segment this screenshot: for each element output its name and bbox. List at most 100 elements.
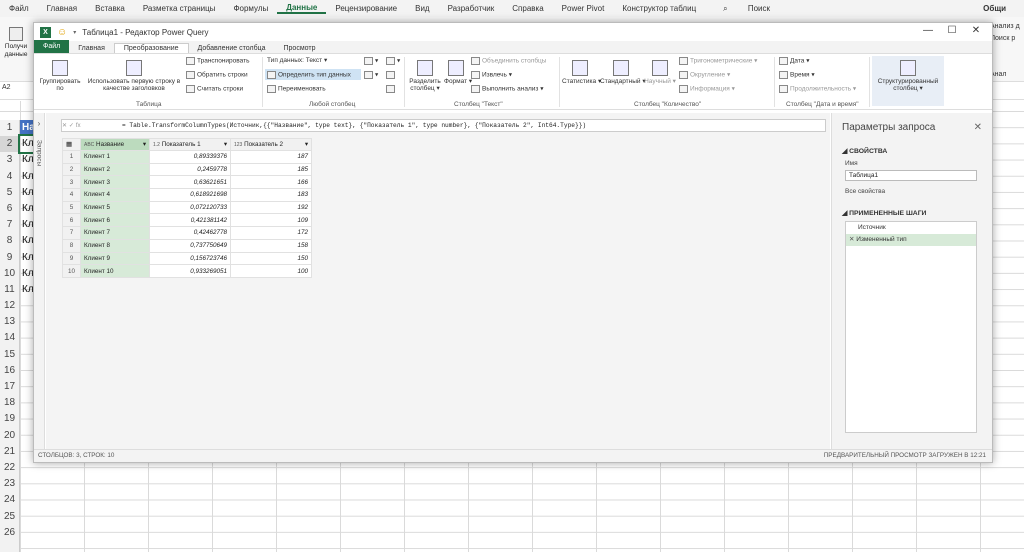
scientific-button[interactable]: Научный ▾	[644, 60, 676, 85]
excel-cell[interactable]: Кл	[20, 152, 34, 168]
column-header-metric2[interactable]: 123 Показатель 2 ▾	[230, 138, 312, 151]
table-cell[interactable]: 109	[230, 213, 312, 228]
solver-button[interactable]: Поиск р	[990, 33, 1024, 45]
filter-dropdown-icon[interactable]: ▾	[143, 141, 146, 148]
tab-transform[interactable]: Преобразование	[113, 43, 189, 53]
column-header-metric1[interactable]: 1.2 Показатель 1 ▾	[149, 138, 231, 151]
count-rows-button[interactable]: Считать строки	[186, 85, 243, 93]
integer-type-icon[interactable]: 123	[234, 142, 242, 148]
replace-values-icon[interactable]: ▾	[364, 57, 378, 65]
reverse-rows-button[interactable]: Обратить строки	[186, 71, 248, 79]
date-button[interactable]: Дата ▾	[779, 57, 809, 65]
table-cell[interactable]: 0,618921698	[149, 188, 231, 202]
menu-powerpivot[interactable]: Power Pivot	[553, 4, 614, 13]
feedback-smiley-icon[interactable]: ☺	[57, 27, 67, 38]
row-number[interactable]: 15	[0, 347, 19, 363]
table-cell[interactable]: 172	[230, 226, 312, 240]
row-number[interactable]: 17	[0, 379, 19, 395]
time-button[interactable]: Время ▾	[779, 71, 815, 79]
row-number[interactable]: 25	[0, 509, 19, 525]
duration-button[interactable]: Продолжительность ▾	[779, 85, 856, 93]
row-number[interactable]: 9	[0, 250, 19, 266]
all-properties-link[interactable]: Все свойства	[845, 188, 992, 195]
table-cell[interactable]: 0,737750649	[149, 238, 231, 253]
structured-column-button[interactable]: Структурированный столбец ▾	[872, 60, 944, 92]
excel-cell[interactable]: Кл	[18, 134, 36, 155]
row-number[interactable]: 14	[0, 330, 19, 346]
formula-bar[interactable]: ✕ ✓ fx = Table.TransformColumnTypes(Исто…	[61, 119, 826, 132]
row-number[interactable]: 19	[0, 411, 19, 427]
row-number[interactable]: 6	[0, 201, 19, 217]
unpivot-icon[interactable]: ▾	[386, 57, 400, 65]
queries-pane-collapsed[interactable]: › Запросы	[34, 113, 45, 451]
table-cell[interactable]: Клиент 10	[80, 264, 150, 278]
table-cell[interactable]: 150	[230, 251, 312, 266]
use-first-row-button[interactable]: Использовать первую строку в качестве за…	[84, 60, 184, 92]
close-icon[interactable]: ✕	[974, 122, 982, 133]
row-number[interactable]: 4	[0, 169, 19, 185]
extract-button[interactable]: Извлечь ▾	[471, 71, 512, 79]
table-cell[interactable]: Клиент 2	[80, 162, 150, 177]
transpose-button[interactable]: Транспонировать	[186, 57, 249, 65]
table-cell[interactable]: Клиент 1	[80, 150, 150, 164]
convert-to-list-icon[interactable]	[386, 85, 397, 93]
analysis-button[interactable]: Анализ д	[990, 21, 1024, 33]
detect-type-button[interactable]: Определить тип данных	[267, 71, 351, 79]
table-cell[interactable]: 187	[230, 150, 312, 164]
excel-cell[interactable]: Кл	[20, 266, 34, 282]
row-number[interactable]: 1	[0, 120, 19, 136]
formula-text[interactable]: = Table.TransformColumnTypes(Источник,{{…	[122, 122, 586, 129]
parse-button[interactable]: Выполнить анализ ▾	[471, 85, 543, 93]
query-name-input[interactable]: Таблица1	[845, 170, 977, 181]
tab-file[interactable]: Файл	[34, 40, 70, 53]
row-number[interactable]: 26	[0, 525, 19, 541]
row-number[interactable]: 2	[0, 136, 19, 153]
cancel-icon[interactable]: ✕	[62, 122, 69, 129]
qat-dropdown-icon[interactable]: ▾	[73, 29, 76, 36]
standard-button[interactable]: Стандартный ▾	[600, 60, 646, 85]
table-cell[interactable]: 0,072120733	[149, 200, 231, 215]
table-cell[interactable]: 166	[230, 175, 312, 190]
column-header-name[interactable]: ABC Название ▾	[80, 138, 150, 151]
row-number[interactable]: 8	[0, 233, 19, 249]
decimal-type-icon[interactable]: 1.2	[153, 142, 160, 148]
table-cell[interactable]: Клиент 3	[80, 175, 150, 190]
excel-cell[interactable]: Кл	[20, 233, 34, 249]
table-cell[interactable]: 100	[230, 264, 312, 278]
close-icon[interactable]: ✕	[964, 25, 988, 36]
group-by-button[interactable]: Группировать по	[38, 60, 82, 92]
table-cell[interactable]: Клиент 4	[80, 188, 150, 202]
get-data-button[interactable]: Получи данные	[3, 27, 29, 59]
excel-cell[interactable]: На	[20, 120, 34, 137]
excel-cell[interactable]: Кл	[20, 217, 34, 233]
table-cell[interactable]: 0,156723746	[149, 251, 231, 266]
format-button[interactable]: Формат ▾	[444, 60, 472, 85]
merge-columns-button[interactable]: Объединить столбцы	[471, 57, 546, 65]
table-cell[interactable]: 158	[230, 238, 312, 253]
menu-view[interactable]: Вид	[406, 4, 438, 13]
table-cell[interactable]: 192	[230, 200, 312, 215]
table-cell[interactable]: Клиент 6	[80, 213, 150, 228]
step-changed-type[interactable]: ✕ Измененный тип	[846, 234, 976, 246]
table-cell[interactable]: 185	[230, 162, 312, 177]
table-cell[interactable]: 0,421381142	[149, 213, 231, 228]
menu-search[interactable]: ⌕ Поиск	[705, 4, 788, 14]
table-cell[interactable]: Клиент 5	[80, 200, 150, 215]
row-number[interactable]: 10	[0, 266, 19, 282]
trig-button[interactable]: Тригонометрические ▾	[679, 57, 757, 65]
menu-help[interactable]: Справка	[503, 4, 552, 13]
menu-formulas[interactable]: Формулы	[224, 4, 277, 13]
menu-file[interactable]: Файл	[0, 4, 38, 13]
move-icon[interactable]	[386, 71, 397, 79]
menu-table-design[interactable]: Конструктор таблиц	[613, 4, 705, 13]
fill-icon[interactable]: ▾	[364, 71, 378, 79]
name-box[interactable]: A2	[2, 84, 11, 91]
data-type-dropdown[interactable]: Тип данных: Текст ▾	[267, 57, 327, 64]
excel-cell[interactable]: Кл	[20, 185, 34, 201]
filter-dropdown-icon[interactable]: ▾	[224, 141, 227, 148]
tab-view[interactable]: Просмотр	[275, 44, 325, 53]
text-type-icon[interactable]: ABC	[84, 142, 94, 148]
table-cell[interactable]: Клиент 9	[80, 251, 150, 266]
row-number[interactable]: 3	[0, 152, 19, 168]
filter-dropdown-icon[interactable]: ▾	[305, 141, 308, 148]
